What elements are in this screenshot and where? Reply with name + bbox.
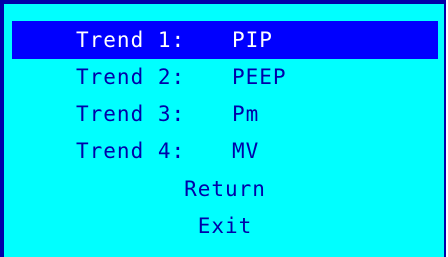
trend-1-label: Trend 1: — [76, 28, 186, 52]
exit-button[interactable]: Exit — [12, 207, 438, 245]
trend-4-value: MV — [232, 139, 260, 163]
trend-3-label: Trend 3: — [76, 102, 186, 126]
trend-4-label: Trend 4: — [76, 139, 186, 163]
trend-setup-screen: Trend 1: PIP Trend 2: PEEP Trend 3: Pm T… — [0, 0, 448, 257]
menu-item-trend-3[interactable]: Trend 3: Pm — [12, 95, 438, 133]
return-button[interactable]: Return — [12, 170, 438, 208]
trend-2-value: PEEP — [232, 65, 287, 89]
menu-item-trend-1[interactable]: Trend 1: PIP — [12, 21, 438, 59]
trend-2-label: Trend 2: — [76, 65, 186, 89]
menu-item-trend-2[interactable]: Trend 2: PEEP — [12, 58, 438, 96]
trend-menu: Trend 1: PIP Trend 2: PEEP Trend 3: Pm T… — [0, 0, 446, 257]
trend-3-value: Pm — [232, 102, 260, 126]
trend-1-value: PIP — [232, 28, 273, 52]
menu-item-trend-4[interactable]: Trend 4: MV — [12, 132, 438, 170]
